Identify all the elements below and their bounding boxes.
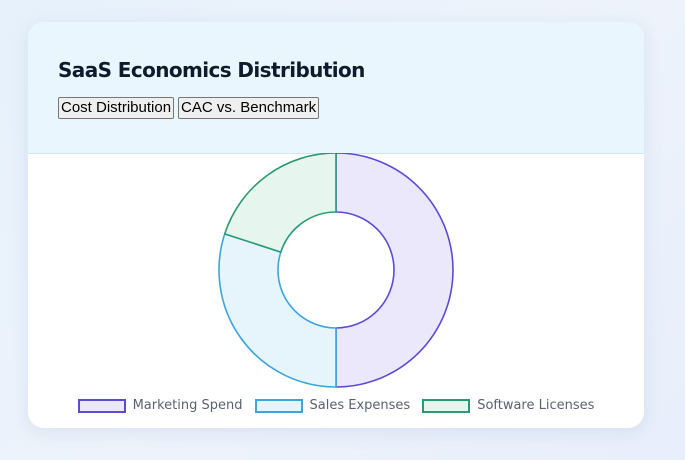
legend-item-marketing-spend[interactable]: Marketing Spend <box>77 398 243 413</box>
slice-marketing-spend[interactable] <box>335 153 454 388</box>
doughnut-chart <box>218 153 454 388</box>
legend-label: Software Licenses <box>477 398 595 413</box>
page-title: SaaS Economics Distribution <box>58 58 365 82</box>
tab-cost-distribution[interactable]: Cost Distribution <box>58 97 175 119</box>
slice-sales-expenses[interactable] <box>218 233 337 388</box>
legend-swatch <box>254 398 303 413</box>
legend-swatch <box>422 398 471 413</box>
legend-swatch <box>77 398 126 413</box>
legend-label: Marketing Spend <box>132 398 243 413</box>
slice-software-licenses[interactable] <box>223 153 337 253</box>
chart-card: SaaS Economics Distribution Cost Distrib… <box>28 22 644 428</box>
chart-tabs: Cost Distribution CAC vs. Benchmark <box>58 97 320 119</box>
legend-item-software-licenses[interactable]: Software Licenses <box>422 398 594 413</box>
card-header: SaaS Economics Distribution Cost Distrib… <box>28 22 644 154</box>
legend-label: Sales Expenses <box>309 398 411 413</box>
tab-cac-vs-benchmark[interactable]: CAC vs. Benchmark <box>178 97 320 119</box>
legend-item-sales-expenses[interactable]: Sales Expenses <box>254 398 411 413</box>
chart-legend: Marketing Spend Sales Expenses Software Li… <box>28 398 644 413</box>
